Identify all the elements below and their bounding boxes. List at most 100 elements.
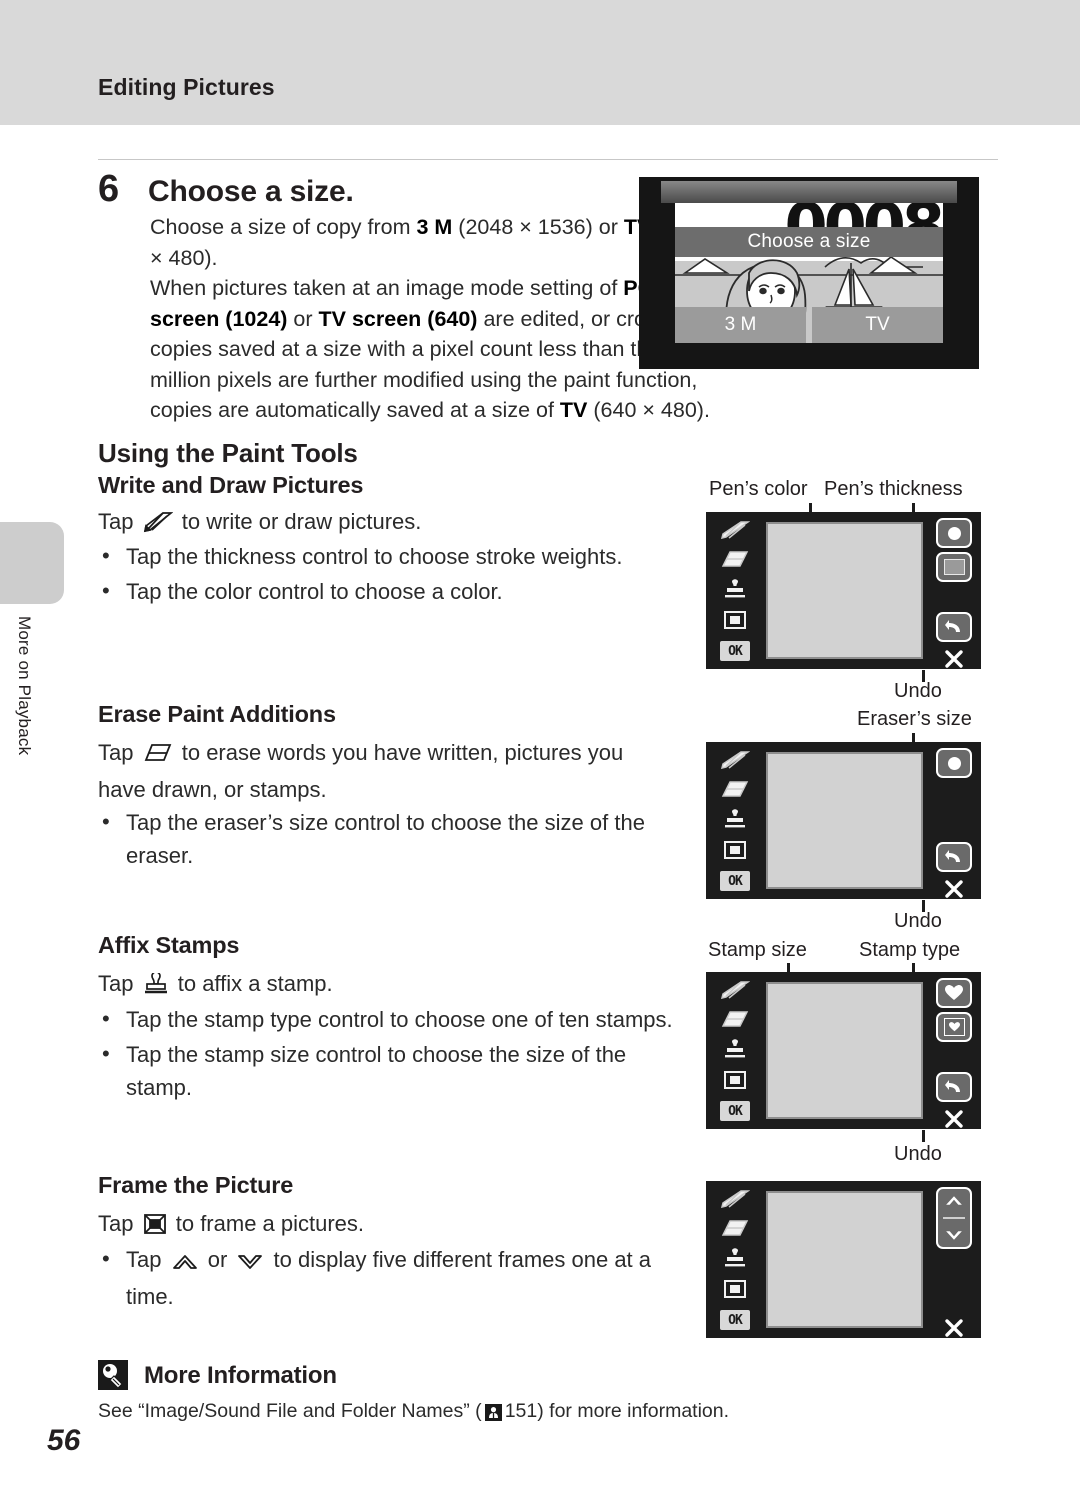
paint-right-controls <box>929 1185 979 1337</box>
ok-button[interactable]: OK <box>720 1101 750 1121</box>
paint-screen-pen: OK <box>706 512 981 669</box>
lightbulb-icon <box>98 1360 128 1390</box>
stepper-divider <box>943 1217 965 1219</box>
lcd-button-3m[interactable]: 3 M <box>675 307 806 343</box>
frame-picture-intro: Tap to frame a pictures. <box>98 1207 658 1244</box>
write-and-draw-intro-rest: to write or draw pictures. <box>181 509 422 534</box>
frame-picture-bullets: • Tap or to display five different frame… <box>98 1243 678 1313</box>
eraser-tool-icon[interactable] <box>721 550 749 573</box>
callout-erasers-size: Eraser’s size <box>857 708 972 730</box>
heading-erase-paint-additions: Erase Paint Additions <box>98 701 336 727</box>
ok-button[interactable]: OK <box>720 641 750 661</box>
more-information-text-suffix: ) for more information. <box>537 1400 730 1422</box>
callout-undo-2: Undo <box>894 910 942 932</box>
pen-color-control[interactable] <box>936 552 972 582</box>
close-button[interactable] <box>936 1313 972 1343</box>
paint-canvas[interactable] <box>766 1191 923 1328</box>
tap-word: Tap <box>98 971 134 996</box>
callout-undo-1: Undo <box>894 680 942 702</box>
stamp-tool-icon[interactable] <box>722 1039 748 1064</box>
heading-affix-stamps: Affix Stamps <box>98 932 240 958</box>
paint-screen-eraser: OK <box>706 742 981 899</box>
more-information-icon <box>98 1360 128 1390</box>
more-information-page-number: 151 <box>504 1400 538 1422</box>
stamp-tool-icon[interactable] <box>722 809 748 834</box>
frame-tool-icon[interactable] <box>723 1070 747 1095</box>
close-button[interactable] <box>936 1104 972 1134</box>
stamp-icon <box>143 971 169 1004</box>
frame-tool-icon[interactable] <box>723 610 747 635</box>
bullet-dot: • <box>102 1246 110 1271</box>
lcd-size-buttons: 3 M TV <box>675 307 943 343</box>
tap-word: Tap <box>98 740 134 765</box>
chevron-down-icon[interactable] <box>944 1229 964 1242</box>
lcd-button-tv[interactable]: TV <box>812 307 943 343</box>
stamp-tool-icon[interactable] <box>722 1248 748 1273</box>
frame-tool-icon[interactable] <box>723 840 747 865</box>
pencil-tool-icon[interactable] <box>720 750 751 774</box>
chevron-up-icon[interactable] <box>944 1194 964 1207</box>
eraser-size-control[interactable] <box>936 748 972 778</box>
pencil-tool-icon[interactable] <box>720 1189 751 1213</box>
paint-screen-frame: OK <box>706 1181 981 1338</box>
list-item: Tap the eraser’s size control to choose … <box>98 805 678 872</box>
close-button[interactable] <box>936 644 972 674</box>
erase-paint-intro: Tap to erase words you have written, pic… <box>98 736 668 806</box>
lcd-screen: 0008 <box>675 203 943 343</box>
ok-button[interactable]: OK <box>720 1310 750 1330</box>
callout-pens-thickness: Pen’s thickness <box>824 478 963 500</box>
stamp-size-control[interactable] <box>936 1012 972 1042</box>
stamp-tool-icon[interactable] <box>722 579 748 604</box>
lcd-title-bar: Choose a size <box>675 227 943 257</box>
eraser-tool-icon[interactable] <box>721 1219 749 1242</box>
list-item: Tap the color control to choose a color. <box>98 574 673 608</box>
write-and-draw-bullets: Tap the thickness control to choose stro… <box>98 539 673 610</box>
page-header-title: Editing Pictures <box>98 74 275 100</box>
pencil-tool-icon[interactable] <box>720 980 751 1004</box>
callout-undo-3: Undo <box>894 1143 942 1165</box>
paint-right-controls <box>929 976 979 1128</box>
eraser-icon <box>143 740 173 773</box>
page-reference-icon <box>484 1404 502 1427</box>
frame-tool-icon[interactable] <box>723 1279 747 1304</box>
heart-icon <box>948 1022 960 1032</box>
step-number: 6 <box>98 168 120 210</box>
pencil-tool-icon[interactable] <box>720 520 751 544</box>
eraser-tool-icon[interactable] <box>721 780 749 803</box>
camera-lcd-photo: 0008 <box>639 177 979 369</box>
step-body-text: Choose a size of copy from 3 M (2048 × 1… <box>150 215 710 422</box>
affix-stamps-bullets: Tap the stamp type control to choose one… <box>98 1002 678 1106</box>
paint-canvas[interactable] <box>766 982 923 1119</box>
page-header-band <box>0 0 1080 125</box>
close-button[interactable] <box>936 874 972 904</box>
undo-button[interactable] <box>936 612 972 642</box>
stamp-type-control[interactable] <box>936 978 972 1008</box>
frame-stepper[interactable] <box>936 1187 972 1249</box>
paint-canvas[interactable] <box>766 752 923 889</box>
chapter-tab <box>0 522 64 604</box>
chevron-up-icon <box>171 1247 199 1280</box>
heading-write-and-draw: Write and Draw Pictures <box>98 472 364 498</box>
more-information-title: More Information <box>144 1362 337 1389</box>
pen-thickness-control[interactable] <box>936 518 972 548</box>
undo-button[interactable] <box>936 842 972 872</box>
erase-paint-intro-rest: to erase words you have written, picture… <box>98 740 624 802</box>
undo-button[interactable] <box>936 1072 972 1102</box>
page-number: 56 <box>47 1424 81 1457</box>
paint-canvas[interactable] <box>766 522 923 659</box>
tap-word: Tap <box>98 1211 134 1236</box>
ok-button[interactable]: OK <box>720 871 750 891</box>
eraser-tool-icon[interactable] <box>721 1010 749 1033</box>
chapter-tab-label: More on Playback <box>15 616 34 756</box>
affix-stamps-intro-rest: to affix a stamp. <box>177 971 333 996</box>
lcd-bezel <box>661 181 957 203</box>
pencil-icon <box>143 509 174 542</box>
step-title: Choose a size. <box>148 175 354 208</box>
list-item: Tap the stamp size control to choose the… <box>98 1037 678 1104</box>
more-information-text: See “Image/Sound File and Folder Names” … <box>98 1400 888 1427</box>
paint-right-controls <box>929 746 979 898</box>
paint-toolbar: OK <box>711 517 759 664</box>
heading-using-paint-tools: Using the Paint Tools <box>98 438 358 468</box>
frame-picture-bullet-rest: to display five different frames one at … <box>126 1247 652 1309</box>
callout-stamp-size: Stamp size <box>708 939 807 961</box>
